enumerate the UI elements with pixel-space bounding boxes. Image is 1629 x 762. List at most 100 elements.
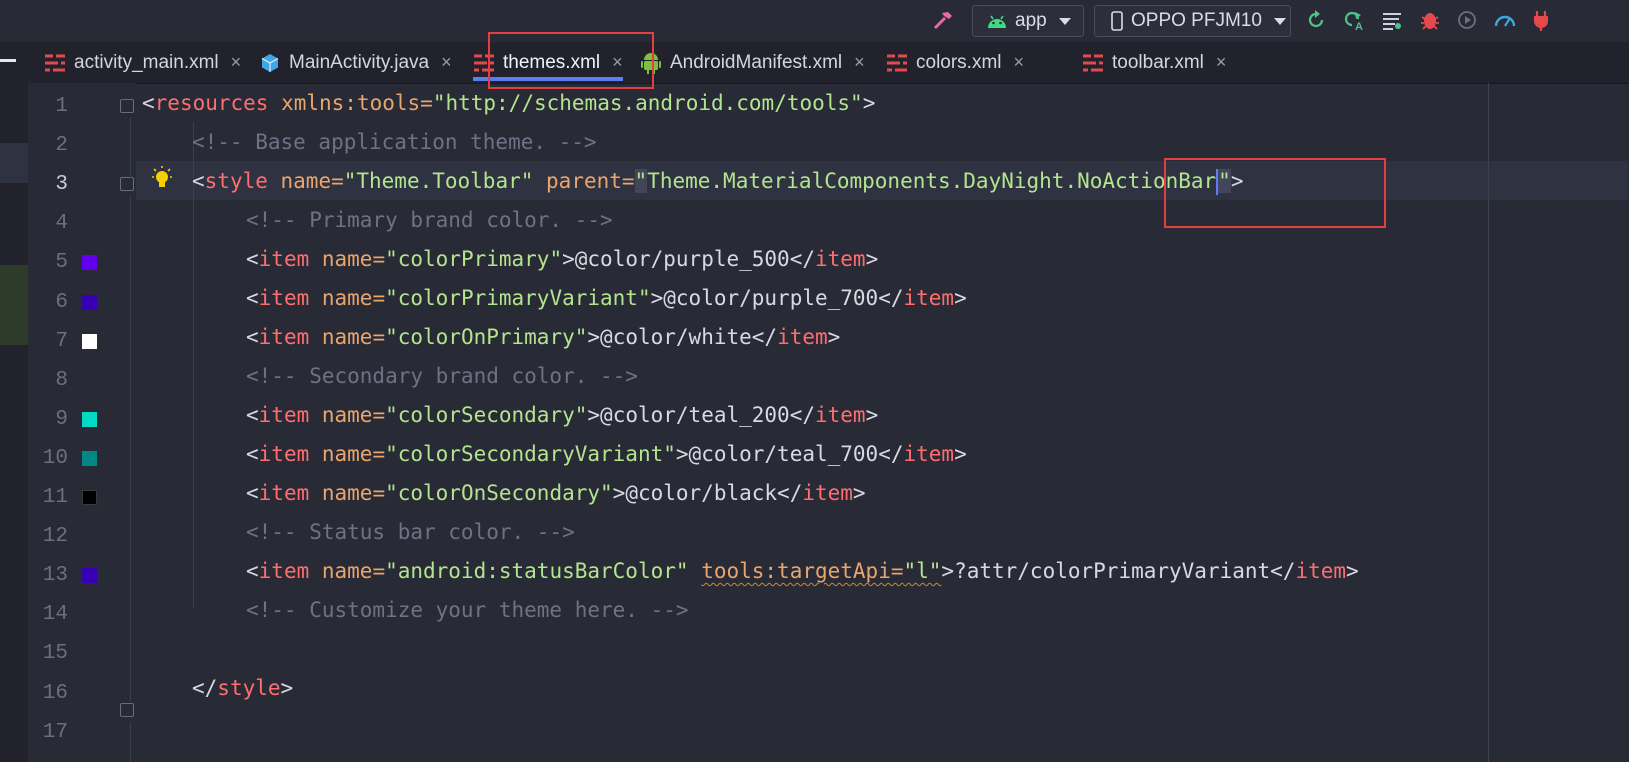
attribute-name: name=: [309, 559, 386, 583]
color-swatch-icon[interactable]: [82, 411, 97, 427]
tag-bracket: <: [246, 481, 259, 505]
tab-main-activity[interactable]: MainActivity.java ×: [259, 42, 452, 83]
color-swatch-icon[interactable]: [82, 333, 97, 349]
layout-xml-icon: [473, 52, 495, 74]
color-swatch-icon[interactable]: [82, 294, 97, 310]
tag-bracket: <: [246, 442, 259, 466]
color-swatch-icon[interactable]: [82, 568, 97, 584]
item-value: @color/white: [600, 325, 752, 349]
item-value: @color/purple_500: [574, 247, 790, 271]
line-number: 8: [55, 368, 68, 392]
item-value: @color/teal_200: [600, 403, 790, 427]
code-line-1: <resources xmlns:tools="http://schemas.a…: [142, 84, 875, 123]
layout-xml-icon: [44, 52, 66, 74]
tab-label: AndroidManifest.xml: [670, 51, 843, 73]
close-icon[interactable]: ×: [854, 52, 865, 73]
line-number: 2: [55, 134, 68, 158]
phone-icon: [1111, 11, 1123, 31]
close-icon[interactable]: ×: [441, 52, 452, 73]
tab-themes[interactable]: themes.xml ×: [473, 42, 623, 83]
indent-guide: [130, 196, 131, 702]
tag-name: item: [1295, 559, 1347, 583]
fold-marker-icon[interactable]: [120, 177, 134, 191]
attribute-name: parent=: [533, 169, 635, 193]
power-icon[interactable]: [1528, 7, 1554, 33]
attribute-name: name=: [309, 247, 386, 271]
svg-text:A: A: [1355, 21, 1363, 31]
tag-bracket: <: [142, 91, 155, 115]
apply-changes-icon[interactable]: A: [1341, 7, 1367, 33]
code-line-9: <item name="colorSecondary">@color/teal_…: [246, 396, 878, 435]
device-selector[interactable]: OPPO PFJM10: [1094, 5, 1291, 37]
attribute-name: name=: [309, 403, 386, 427]
run-config-selector[interactable]: app: [972, 5, 1084, 37]
tag-bracket: >: [941, 559, 955, 583]
tag-bracket: <: [246, 403, 259, 427]
color-swatch-icon[interactable]: [82, 255, 97, 271]
tab-toolbar[interactable]: toolbar.xml ×: [1082, 42, 1226, 83]
tag-name: style: [217, 676, 281, 700]
strip-marker: [0, 143, 28, 183]
tag-bracket: >: [612, 481, 626, 505]
parent-theme-value: Theme.MaterialComponents.DayNight: [647, 169, 1065, 193]
rerun-icon[interactable]: [1303, 7, 1329, 33]
close-icon[interactable]: ×: [231, 52, 242, 73]
tab-colors[interactable]: colors.xml ×: [886, 42, 1024, 83]
item-value: @color/teal_700: [688, 442, 879, 466]
line-number: 13: [42, 564, 68, 588]
tag-bracket: <: [246, 559, 259, 583]
tab-label: activity_main.xml: [74, 51, 219, 73]
line-number: 11: [42, 486, 68, 509]
line-number: 3: [55, 173, 68, 197]
tag-name: item: [258, 442, 310, 466]
tool-window-strip: [0, 83, 28, 762]
debug-icon[interactable]: [1417, 7, 1443, 33]
attribute-value: "http://schemas.android.com/tools": [432, 91, 863, 115]
tag-bracket: <: [246, 325, 259, 349]
color-swatch-icon[interactable]: [82, 450, 97, 466]
attach-debugger-icon[interactable]: [1454, 7, 1480, 33]
hammer-icon[interactable]: [930, 7, 956, 33]
tag-bracket: >: [827, 325, 841, 349]
quote-mark: ": [1218, 169, 1231, 193]
attribute-value: "colorPrimary": [385, 247, 563, 271]
parent-theme-suffix: .NoActionBar: [1064, 169, 1217, 193]
tag-bracket: </: [878, 286, 904, 310]
tag-name: item: [903, 286, 955, 310]
tab-label: MainActivity.java: [289, 51, 430, 73]
collapse-sidebar-handle[interactable]: [0, 59, 16, 62]
tools-attribute-warning[interactable]: tools:targetApi=: [701, 559, 903, 583]
close-icon[interactable]: ×: [1216, 52, 1227, 73]
line-number: 9: [55, 407, 68, 431]
tag-bracket: >: [862, 91, 876, 115]
indent-guide: [130, 722, 131, 762]
tag-bracket: </: [777, 481, 803, 505]
attribute-name: xmlns:tools=: [268, 91, 433, 115]
attribute-value: "colorSecondary": [385, 403, 588, 427]
tab-android-manifest[interactable]: AndroidManifest.xml ×: [640, 42, 865, 83]
color-swatch-icon[interactable]: [82, 490, 97, 505]
tag-name: item: [777, 325, 828, 349]
tag-bracket: >: [954, 286, 967, 310]
tools-attribute-value[interactable]: "l": [903, 559, 941, 583]
line-number: 16: [42, 681, 68, 705]
tag-name: style: [204, 169, 268, 193]
code-editor[interactable]: <resources xmlns:tools="http://schemas.a…: [136, 83, 1489, 762]
code-line-3: <style name="Theme.Toolbar" parent="Them…: [192, 162, 1243, 201]
tag-bracket: >: [865, 403, 879, 427]
fold-marker-icon[interactable]: [120, 99, 134, 113]
tab-activity-main[interactable]: activity_main.xml ×: [44, 42, 241, 83]
tag-name: item: [258, 286, 310, 310]
tag-bracket: <: [246, 286, 259, 310]
profiler-icon[interactable]: [1492, 7, 1518, 33]
tag-bracket: <: [246, 247, 259, 271]
close-icon[interactable]: ×: [612, 52, 623, 73]
line-number: 10: [42, 446, 68, 470]
fold-marker-icon[interactable]: [120, 703, 134, 717]
close-icon[interactable]: ×: [1014, 52, 1025, 73]
strip-marker: [0, 265, 28, 345]
attribute-value: "Theme.Toolbar": [343, 169, 534, 193]
tag-bracket: </: [789, 247, 815, 271]
logcat-icon[interactable]: [1379, 7, 1405, 33]
line-number: 12: [42, 525, 68, 549]
